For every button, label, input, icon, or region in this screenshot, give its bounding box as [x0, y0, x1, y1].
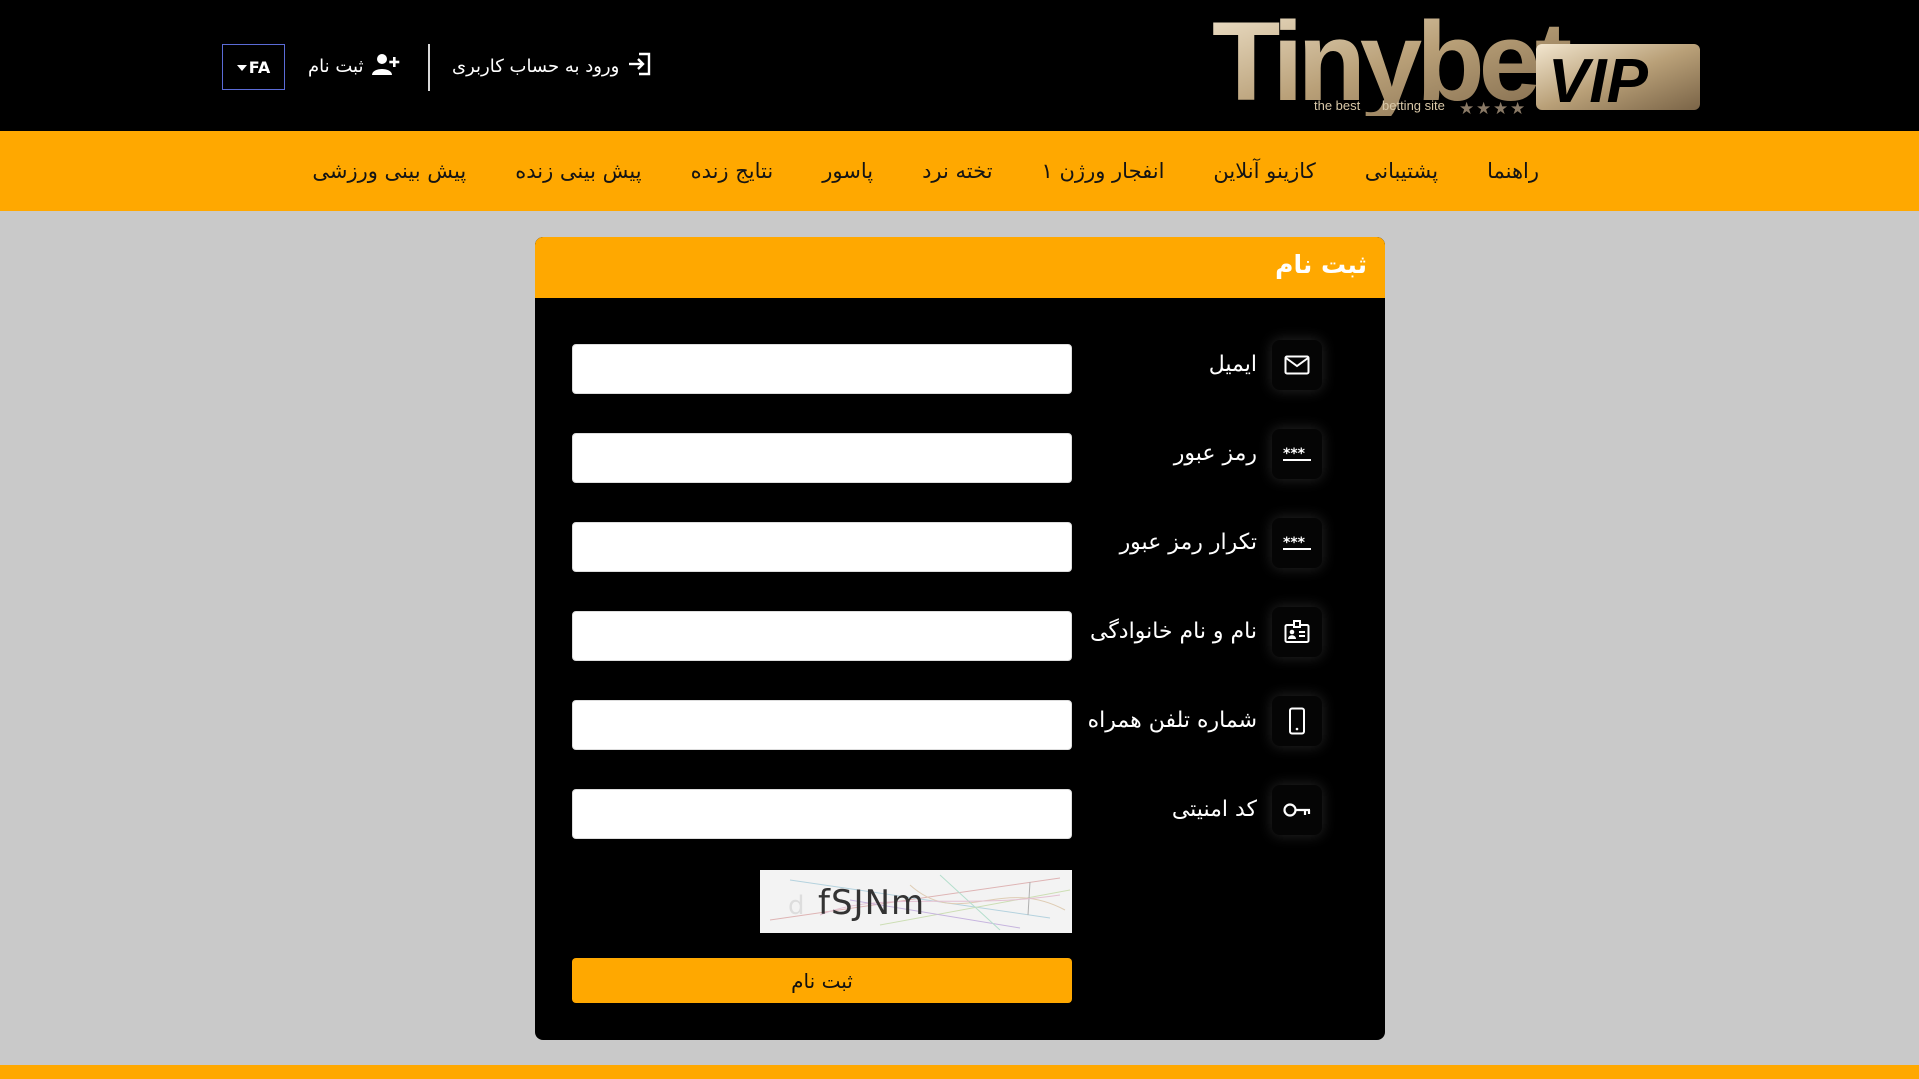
- id-card-icon: [1272, 607, 1322, 657]
- nav-item-backgammon[interactable]: تخته نرد: [922, 159, 992, 183]
- language-selector[interactable]: FA: [222, 44, 285, 90]
- email-row: ایمیل: [535, 338, 1385, 410]
- full-name-label: نام و نام خانوادگی: [1089, 619, 1257, 644]
- register-label: ثبت نام: [308, 55, 364, 77]
- mobile-label: شماره تلفن همراه: [1087, 708, 1257, 733]
- key-icon: [1272, 785, 1322, 835]
- password-icon: ***: [1272, 429, 1322, 479]
- user-plus-icon: [371, 52, 401, 81]
- language-label: FA: [248, 57, 271, 77]
- sign-in-icon: [627, 51, 653, 82]
- register-card: ثبت نام ایمیل رمز عبور *** تکرار رمز عبو…: [535, 237, 1385, 1040]
- mobile-row: شماره تلفن همراه: [535, 694, 1385, 766]
- svg-text:★: ★: [1459, 99, 1474, 116]
- mail-icon: [1272, 340, 1322, 390]
- svg-text:★: ★: [1493, 99, 1508, 116]
- captcha-text: fSJNm: [818, 883, 925, 923]
- register-link[interactable]: ثبت نام: [308, 50, 401, 82]
- login-label: ورود به حساب کاربری: [452, 55, 620, 77]
- card-header: ثبت نام: [535, 237, 1385, 298]
- nav-list: پیش بینی ورزشی پیش بینی زنده نتایج زنده …: [312, 131, 1539, 211]
- password-icon: ***: [1272, 518, 1322, 568]
- footer-strip: [0, 1065, 1919, 1079]
- mobile-icon: [1272, 696, 1322, 746]
- password-field[interactable]: [572, 433, 1072, 483]
- caret-down-icon: [236, 65, 247, 71]
- security-code-field[interactable]: [572, 789, 1072, 839]
- captcha-image[interactable]: d fSJNm: [760, 870, 1072, 933]
- tinybet-vip-logo[interactable]: Tinybet VIP the best betting site ★ ★ ★ …: [1212, 0, 1702, 124]
- nav-item-crash[interactable]: انفجار ورژن ۱: [1042, 159, 1165, 183]
- nav-item-live-results[interactable]: نتایج زنده: [691, 159, 774, 183]
- nav-item-sports-betting[interactable]: پیش بینی ورزشی: [312, 159, 466, 183]
- security-code-label: کد امنیتی: [1171, 797, 1257, 822]
- nav-item-live-betting[interactable]: پیش بینی زنده: [515, 159, 641, 183]
- nav-item-pasur[interactable]: پاسور: [822, 159, 873, 183]
- logo-tagline-right: betting site: [1382, 98, 1445, 113]
- password-label: رمز عبور: [1173, 441, 1257, 466]
- nav-item-help[interactable]: راهنما: [1487, 159, 1539, 183]
- main-nav: پیش بینی ورزشی پیش بینی زنده نتایج زنده …: [0, 131, 1919, 211]
- top-header: Tinybet VIP the best betting site ★ ★ ★ …: [0, 0, 1919, 131]
- nav-item-online-casino[interactable]: کازینو آنلاین: [1213, 159, 1315, 183]
- repeat-password-field[interactable]: [572, 522, 1072, 572]
- email-label: ایمیل: [1208, 352, 1257, 377]
- card-title: ثبت نام: [1275, 250, 1367, 279]
- email-field[interactable]: [572, 344, 1072, 394]
- full-name-row: نام و نام خانوادگی: [535, 605, 1385, 677]
- header-divider: [428, 44, 430, 91]
- nav-item-support[interactable]: پشتیبانی: [1365, 159, 1438, 183]
- svg-text:★: ★: [1510, 99, 1525, 116]
- logo-tagline-left: the best: [1314, 98, 1361, 113]
- full-name-field[interactable]: [572, 611, 1072, 661]
- security-code-row: کد امنیتی: [535, 783, 1385, 855]
- register-submit-button[interactable]: ثبت نام: [572, 958, 1072, 1003]
- svg-text:★: ★: [1476, 99, 1491, 116]
- password-row: رمز عبور ***: [535, 427, 1385, 499]
- logo-badge-text: VIP: [1548, 47, 1649, 116]
- svg-text:d: d: [788, 891, 805, 921]
- login-link[interactable]: ورود به حساب کاربری: [452, 50, 653, 82]
- logo-stars: ★ ★ ★ ★: [1459, 99, 1525, 119]
- mobile-field[interactable]: [572, 700, 1072, 750]
- repeat-password-label: تکرار رمز عبور: [1119, 530, 1257, 555]
- repeat-password-row: تکرار رمز عبور ***: [535, 516, 1385, 588]
